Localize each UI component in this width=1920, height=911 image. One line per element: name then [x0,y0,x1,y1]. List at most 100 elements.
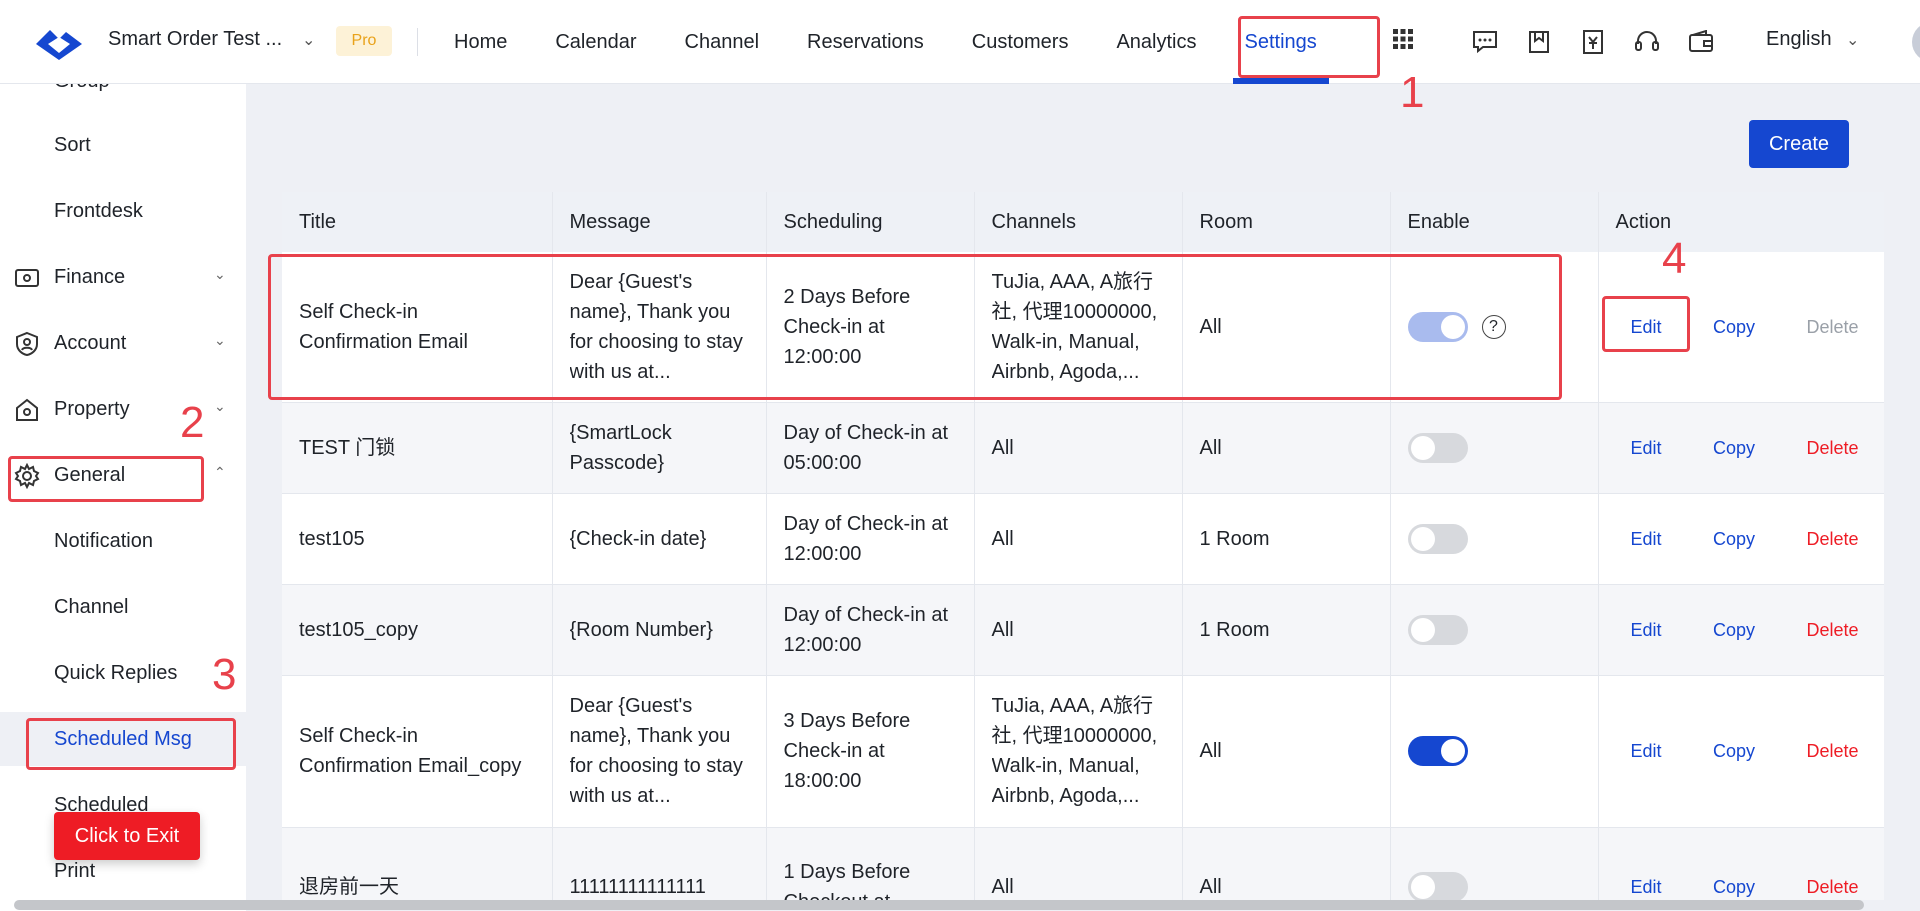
row-channels: All [991,527,1014,550]
scheduled-messages-table: Title Message Scheduling Channels Room E… [282,192,1884,900]
delete-link[interactable]: Delete [1806,615,1858,645]
sidebar-item-label: Finance [54,265,126,288]
delete-link[interactable]: Delete [1806,736,1858,766]
cell-actions: Edit Copy Delete [1598,827,1884,900]
enable-toggle[interactable] [1407,614,1468,645]
row-title: 退房前一天 [299,876,399,898]
cell-enable [1390,827,1599,900]
row-room: All [1199,315,1222,338]
chevron-down-icon[interactable]: ⌄ [1846,30,1859,50]
nav-analytics[interactable]: Analytics [1092,0,1220,84]
sidebar-item-general[interactable]: General ⌃ [0,448,246,502]
row-message: Dear {Guest's name}, Thank you for choos… [569,270,743,383]
copy-link[interactable]: Copy [1713,312,1755,342]
enable-toggle[interactable] [1407,312,1468,343]
cell-message: Dear {Guest's name}, Thank you for choos… [552,252,767,403]
cell-title: Self Check-in Confirmation Email [282,252,553,403]
copy-link[interactable]: Copy [1713,433,1755,463]
sidebar-item-account[interactable]: Account ⌄ [0,316,246,370]
sidebar-item-property[interactable]: Property ⌄ [0,382,246,436]
delete-link[interactable]: Delete [1806,433,1858,463]
table-row: 退房前一天 11111111111111 1 Days Before Check… [282,827,1884,900]
column-header-room: Room [1182,192,1391,252]
sidebar-item-label: Sort [54,133,91,156]
cell-channels: All [974,493,1183,585]
invoice-icon[interactable] [1576,22,1610,62]
row-scheduling: 1 Days Before Checkout at [783,861,911,900]
edit-link[interactable]: Edit [1631,312,1662,342]
sidebar-item-scheduled-msg[interactable]: Scheduled Msg [0,712,246,766]
cell-message: {Check-in date} [552,493,767,585]
edit-link[interactable]: Edit [1631,524,1662,554]
gear-icon [14,463,40,489]
enable-toggle[interactable] [1407,872,1468,900]
edit-link[interactable]: Edit [1631,872,1662,900]
cell-scheduling: 2 Days Before Check-in at 12:00:00 [766,252,975,403]
nav-customers[interactable]: Customers [948,0,1093,84]
sidebar-item-frontdesk[interactable]: Frontdesk [0,184,246,238]
nav-settings[interactable]: Settings [1221,0,1341,84]
nav-reservations[interactable]: Reservations [783,0,948,84]
cell-scheduling: 3 Days Before Check-in at 18:00:00 [766,675,975,828]
enable-toggle[interactable] [1407,523,1468,554]
edit-link[interactable]: Edit [1631,615,1662,645]
table-row: TEST 门锁 {SmartLock Passcode} Day of Chec… [282,402,1884,494]
cell-channels: All [974,402,1183,494]
wallet-icon[interactable] [1684,22,1718,62]
cell-title: 退房前一天 [282,827,553,900]
copy-link[interactable]: Copy [1713,615,1755,645]
cell-enable [1390,493,1599,585]
language-selector[interactable]: English [1766,28,1832,51]
brand-logo-icon[interactable] [32,20,86,64]
cell-message: {Room Number} [552,584,767,676]
edit-link[interactable]: Edit [1631,433,1662,463]
delete-link[interactable]: Delete [1806,312,1858,342]
column-header-action: Action [1598,192,1884,252]
sidebar-item-label: Notification [54,529,153,552]
message-icon[interactable] [1468,22,1502,62]
sidebar-item-quick-replies[interactable]: Quick Replies [0,646,246,700]
nav-home[interactable]: Home [430,0,531,84]
sidebar-item-label: Quick Replies [54,661,178,684]
sidebar-item-finance[interactable]: Finance ⌄ [0,250,246,304]
nav-calendar[interactable]: Calendar [531,0,660,84]
copy-link[interactable]: Copy [1713,524,1755,554]
table-row: Self Check-in Confirmation Email Dear {G… [282,252,1884,403]
row-message: {Check-in date} [569,527,707,550]
row-room: 1 Room [1199,618,1270,641]
copy-link[interactable]: Copy [1713,872,1755,900]
header-icon-group [1468,22,1718,62]
row-room: All [1199,436,1222,459]
row-room: All [1199,740,1222,762]
enable-toggle[interactable] [1407,736,1468,767]
create-button[interactable]: Create [1749,120,1849,168]
sidebar-item-sort[interactable]: Sort [0,118,246,172]
copy-link[interactable]: Copy [1713,736,1755,766]
sidebar-item-notification[interactable]: Notification [0,514,246,568]
avatar[interactable] [1912,22,1920,62]
enable-toggle[interactable] [1407,432,1468,463]
row-channels: All [991,618,1014,641]
sidebar-item-label: General [54,463,126,486]
store-name[interactable]: Smart Order Test ... [108,28,282,51]
sidebar-item-group[interactable]: Group [0,84,246,108]
horizontal-scrollbar[interactable] [14,900,1864,910]
headset-icon[interactable] [1630,22,1664,62]
delete-link[interactable]: Delete [1806,872,1858,900]
header-divider [417,28,418,56]
table-header-row: Title Message Scheduling Channels Room E… [282,192,1884,252]
row-title: test105_copy [299,618,418,641]
column-header-scheduling: Scheduling [766,192,975,252]
exit-button[interactable]: Click to Exit [54,812,200,860]
row-message: Dear {Guest's name}, Thank you for choos… [569,695,743,807]
delete-link[interactable]: Delete [1806,524,1858,554]
apps-grid-icon[interactable] [1392,28,1414,50]
top-header: Smart Order Test ... ⌄ Pro Home Calendar… [0,0,1920,84]
nav-channel[interactable]: Channel [661,0,784,84]
edit-link[interactable]: Edit [1631,736,1662,766]
chevron-down-icon: ⌄ [214,332,226,348]
sidebar-item-channel[interactable]: Channel [0,580,246,634]
help-icon[interactable]: ? [1481,315,1506,340]
bookmark-icon[interactable] [1522,22,1556,62]
chevron-down-icon[interactable]: ⌄ [302,30,315,50]
